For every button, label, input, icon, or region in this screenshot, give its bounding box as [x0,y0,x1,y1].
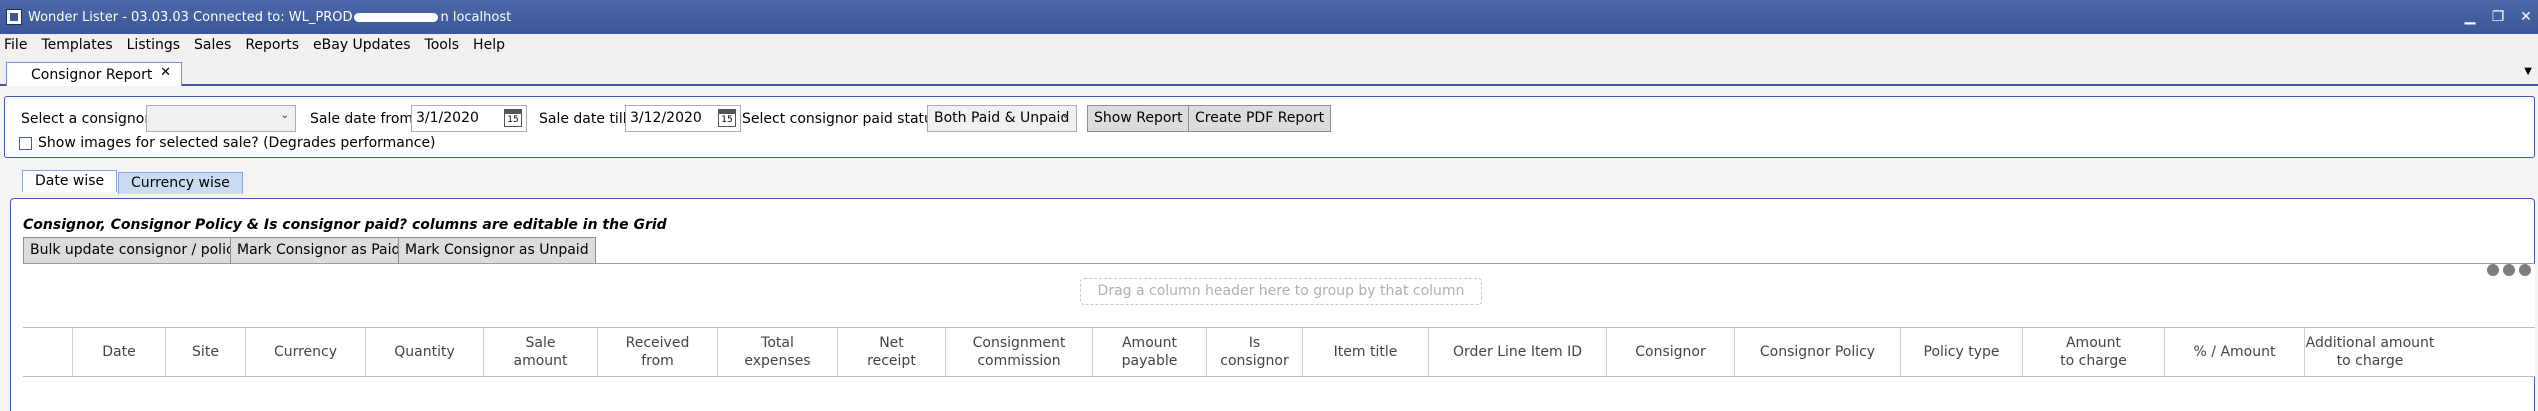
sale-date-till-input[interactable]: 3/12/2020 15 [625,105,741,132]
window-controls: ▁ ❐ ✕ [2462,0,2538,34]
column-header-consignor-policy[interactable]: Consignor Policy [1735,328,1901,376]
grid-header-row: Date Site Currency Quantity Sale amount … [23,327,2535,377]
paid-status-select[interactable]: Both Paid & Unpaid ⌄ [927,105,1077,132]
column-header-quantity[interactable]: Quantity [366,328,484,376]
column-header-amount-to-charge[interactable]: Amount to charge [2023,328,2165,376]
menu-file[interactable]: File [4,37,27,53]
column-header-site[interactable]: Site [166,328,246,376]
menu-tools[interactable]: Tools [425,37,460,53]
column-header-policy-type[interactable]: Policy type [1901,328,2023,376]
column-header-amount-payable[interactable]: Amount payable [1093,328,1207,376]
column-header-additional-amount[interactable]: Additional amount to charge [2305,328,2435,376]
redacted-mark [354,12,439,22]
menu-help[interactable]: Help [473,37,505,53]
column-header-net-receipt[interactable]: Net receipt [838,328,946,376]
calendar-icon[interactable]: 15 [718,109,736,127]
tab-consignor-report[interactable]: Consignor Report ✕ [6,62,182,86]
editable-columns-note: Consignor, Consignor Policy & Is consign… [23,217,667,233]
menu-ebay-updates[interactable]: eBay Updates [313,37,411,53]
column-header-percent-amount[interactable]: % / Amount [2165,328,2305,376]
column-header-sale-amount[interactable]: Sale amount [484,328,598,376]
bulk-update-button[interactable]: Bulk update consignor / policy [23,237,249,264]
title-bar: Wonder Lister - 03.03.03 Connected to: W… [0,0,2538,34]
show-images-label: Show images for selected sale? (Degrades… [38,135,436,151]
sale-date-from-value: 3/1/2020 [416,110,479,126]
close-button[interactable]: ✕ [2518,9,2534,25]
show-images-checkbox[interactable] [19,137,32,150]
menu-sales[interactable]: Sales [194,37,231,53]
sale-date-from-label: Sale date from: [310,111,418,127]
chevron-down-icon: ⌄ [1061,110,1070,121]
window-title-part-2: n localhost [440,9,512,25]
calendar-icon[interactable]: 15 [504,109,522,127]
app-icon [6,9,22,25]
column-header-item-title[interactable]: Item title [1303,328,1429,376]
group-by-hint: Drag a column header here to group by th… [1080,278,1482,305]
chevron-down-icon: ⌄ [280,110,289,121]
paid-status-value: Both Paid & Unpaid [934,110,1070,126]
column-header-total-expenses[interactable]: Total expenses [718,328,838,376]
filter-panel: Select a consignor: ⌄ Sale date from: 3/… [4,96,2535,158]
menu-templates[interactable]: Templates [41,37,112,53]
create-pdf-report-button[interactable]: Create PDF Report [1188,105,1332,132]
dot-icon [2487,264,2499,276]
column-header-consignment-commission[interactable]: Consignment commission [946,328,1093,376]
tab-label: Consignor Report [31,66,153,83]
grid-options[interactable] [2487,264,2531,276]
restore-button[interactable]: ❐ [2490,9,2506,25]
tab-date-wise[interactable]: Date wise [22,170,118,192]
window-title-part-1: Wonder Lister - 03.03.03 Connected to: W… [28,9,353,25]
column-header-currency[interactable]: Currency [246,328,366,376]
dot-icon [2503,264,2515,276]
sale-date-till-value: 3/12/2020 [630,110,702,126]
mark-paid-button[interactable]: Mark Consignor as Paid [230,237,408,264]
minimize-button[interactable]: ▁ [2462,9,2478,25]
mark-unpaid-button[interactable]: Mark Consignor as Unpaid [398,237,596,264]
sale-date-from-input[interactable]: 3/1/2020 15 [411,105,527,132]
consignor-select[interactable]: ⌄ [146,105,296,132]
window-title: Wonder Lister - 03.03.03 Connected to: W… [28,10,511,25]
tab-currency-wise[interactable]: Currency wise [118,172,243,194]
paid-status-label: Select consignor paid status: [742,111,945,127]
column-header-is-consignor[interactable]: Is consignor [1207,328,1303,376]
column-header-select[interactable] [23,328,73,376]
dot-icon [2519,264,2531,276]
column-header-order-line-item-id[interactable]: Order Line Item ID [1429,328,1607,376]
grid-panel: Consignor, Consignor Policy & Is consign… [10,198,2535,411]
column-header-date[interactable]: Date [73,328,166,376]
close-tab-icon[interactable]: ✕ [160,65,171,80]
column-header-consignor[interactable]: Consignor [1607,328,1735,376]
sale-date-till-label: Sale date till: [539,111,632,127]
column-header-received-from[interactable]: Received from [598,328,718,376]
menu-listings[interactable]: Listings [127,37,180,53]
document-tab-strip: Consignor Report ✕ ▼ [0,56,2538,86]
consignor-label: Select a consignor: [21,111,155,127]
show-report-button[interactable]: Show Report [1087,105,1190,132]
tab-list-dropdown-icon[interactable]: ▼ [2524,66,2532,77]
menu-reports[interactable]: Reports [245,37,299,53]
menu-bar: File Templates Listings Sales Reports eB… [0,34,2538,56]
